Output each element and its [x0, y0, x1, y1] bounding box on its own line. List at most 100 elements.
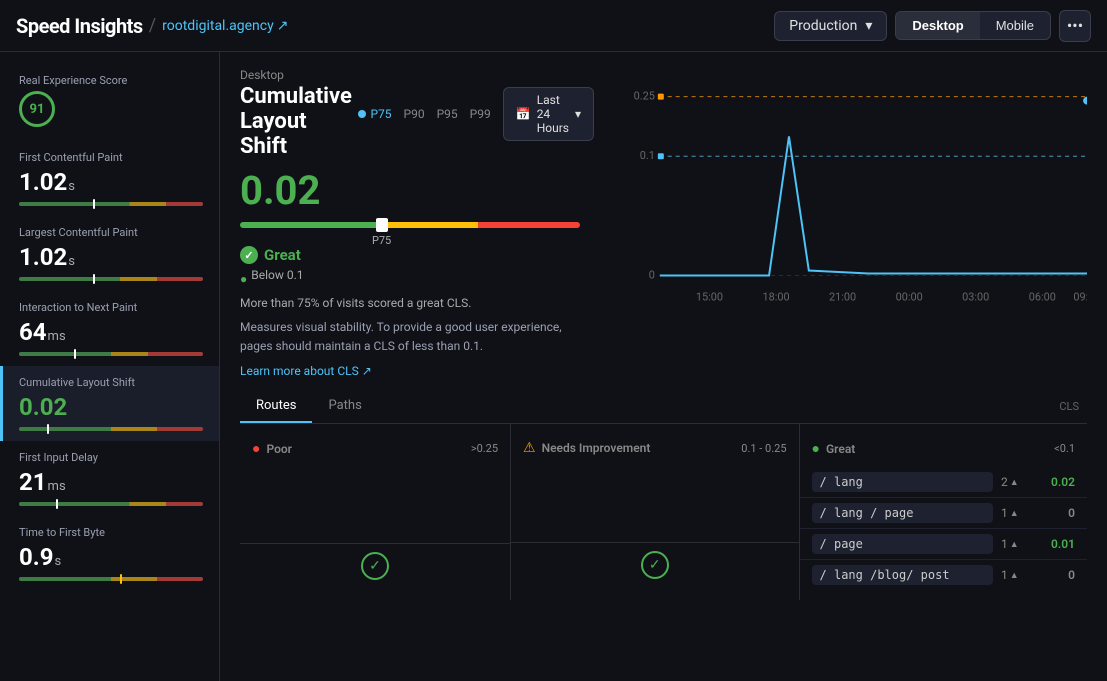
p99-pill[interactable]: P99 — [470, 107, 491, 121]
sidebar: Real Experience Score 91 First Contentfu… — [0, 52, 220, 681]
below-label: ● — [240, 272, 247, 286]
mobile-button[interactable]: Mobile — [980, 12, 1050, 39]
main-layout: Real Experience Score 91 First Contentfu… — [0, 52, 1107, 681]
calendar-icon: 📅 — [516, 107, 531, 121]
ttfb-title: Time to First Byte — [19, 526, 203, 539]
route-name-lang-page: / lang / page — [812, 503, 993, 523]
fid-bar — [19, 502, 203, 506]
poor-title: Poor — [266, 442, 292, 456]
route-count-page: 1 ▲ — [1001, 537, 1031, 551]
res-score-circle: 91 — [19, 91, 55, 127]
needs-improvement-range: 0.1 - 0.25 — [741, 442, 786, 455]
content-panel: Desktop Cumulative Layout Shift P75 P90 … — [220, 52, 1107, 681]
lcp-bar — [19, 277, 203, 281]
breadcrumb-slash: / — [149, 15, 156, 36]
content-header: Desktop Cumulative Layout Shift P75 P90 … — [240, 68, 594, 159]
status-great: ✓ Great — [240, 246, 594, 264]
device-toggle: Desktop Mobile — [895, 11, 1051, 40]
great-range: <0.1 — [1054, 442, 1075, 455]
p95-pill[interactable]: P95 — [437, 107, 458, 121]
external-link-icon: ↗ — [277, 18, 289, 34]
detail-right: 0.25 0.1 0 15:00 18:00 21:00 — [630, 68, 1087, 378]
status-section: ✓ Great ● Below 0.1 More than 75% of vis… — [240, 246, 594, 378]
route-count-lang: 2 ▲ — [1001, 475, 1031, 489]
breadcrumb-link[interactable]: rootdigital.agency ↗ — [162, 18, 288, 34]
svg-text:18:00: 18:00 — [762, 290, 789, 303]
external-link-icon-small: ↗ — [362, 364, 372, 378]
content-header-left: Desktop Cumulative Layout Shift — [240, 68, 358, 159]
learn-more-link[interactable]: Learn more about CLS ↗ — [240, 364, 594, 378]
inp-bar — [19, 352, 203, 356]
check-circle-icon: ✓ — [240, 246, 258, 264]
fcp-title: First Contentful Paint — [19, 151, 203, 164]
percentile-pills: P75 P90 P95 P99 — [358, 107, 490, 121]
metric-heading: Cumulative Layout Shift — [240, 84, 358, 159]
cls-big-value: 0.02 — [240, 167, 594, 214]
route-count-lang-page: 1 ▲ — [1001, 506, 1031, 520]
date-range-label: Last 24 Hours — [537, 93, 569, 135]
lcp-title: Largest Contentful Paint — [19, 226, 203, 239]
sidebar-item-ttfb[interactable]: Time to First Byte 0.9s — [0, 516, 219, 591]
poor-icon: ● — [252, 440, 260, 457]
tab-routes[interactable]: Routes — [240, 390, 312, 423]
route-name-lang: / lang — [812, 472, 993, 492]
sidebar-item-inp[interactable]: Interaction to Next Paint 64ms — [0, 291, 219, 366]
ttfb-value: 0.9s — [19, 543, 203, 571]
route-name-lang-blog-post: / lang /blog/ post — [812, 565, 993, 585]
fid-value: 21ms — [19, 468, 203, 496]
route-row-lang[interactable]: / lang 2 ▲ 0.02 — [800, 467, 1087, 498]
fcp-bar — [19, 202, 203, 206]
sub-label: Below 0.1 — [251, 268, 303, 282]
cls-bar-thumb — [376, 218, 388, 232]
cls-column-label: CLS — [1059, 400, 1079, 413]
needs-improvement-title: Needs Improvement — [542, 441, 651, 455]
needs-improvement-check-icon: ✓ — [641, 551, 669, 579]
great-column: ● Great <0.1 / lang 2 ▲ 0.02 / lang / pa… — [800, 424, 1087, 600]
svg-text:00:00: 00:00 — [896, 290, 923, 303]
header-right: Production ▾ Desktop Mobile ••• — [774, 10, 1091, 42]
needs-improvement-column: ⚠ Needs Improvement 0.1 - 0.25 ✓ — [511, 424, 799, 600]
date-range-button[interactable]: 📅 Last 24 Hours ▾ — [503, 87, 594, 141]
p75-bar-label: P75 — [372, 234, 391, 247]
desktop-button[interactable]: Desktop — [896, 12, 979, 39]
route-row-lang-page[interactable]: / lang / page 1 ▲ 0 — [800, 498, 1087, 529]
sidebar-item-fcp[interactable]: First Contentful Paint 1.02s — [0, 141, 219, 216]
great-header: ● Great <0.1 — [800, 434, 1087, 463]
sidebar-item-res[interactable]: Real Experience Score 91 — [0, 64, 219, 141]
sidebar-item-fid[interactable]: First Input Delay 21ms — [0, 441, 219, 516]
p90-pill[interactable]: P90 — [404, 107, 425, 121]
header: Speed Insights / rootdigital.agency ↗ Pr… — [0, 0, 1107, 52]
cls-title: Cumulative Layout Shift — [19, 376, 203, 389]
route-score-page: 0.01 — [1039, 537, 1075, 551]
svg-text:15:00: 15:00 — [696, 290, 723, 303]
svg-text:21:00: 21:00 — [829, 290, 856, 303]
poor-header: ● Poor >0.25 — [240, 434, 510, 463]
route-row-page[interactable]: / page 1 ▲ 0.01 — [800, 529, 1087, 560]
poor-range: >0.25 — [471, 442, 498, 455]
chart-container: 0.25 0.1 0 15:00 18:00 21:00 — [630, 76, 1087, 316]
routes-section: ● Poor >0.25 ✓ ⚠ Needs Improvement 0.1 -… — [240, 424, 1087, 600]
sidebar-item-cls[interactable]: Cumulative Layout Shift 0.02 — [0, 366, 219, 441]
great-title: Great — [826, 442, 855, 456]
percentile-and-date: P75 P90 P95 P99 📅 Last 24 Hours ▾ — [358, 87, 594, 141]
route-count-lang-blog-post: 1 ▲ — [1001, 568, 1031, 582]
tab-paths[interactable]: Paths — [312, 390, 377, 423]
route-score-lang-page: 0 — [1039, 506, 1075, 520]
more-options-button[interactable]: ••• — [1059, 10, 1091, 42]
fid-title: First Input Delay — [19, 451, 203, 464]
page-label: Desktop — [240, 68, 358, 82]
learn-link-text: Learn more about CLS — [240, 364, 359, 378]
sidebar-item-lcp[interactable]: Largest Contentful Paint 1.02s — [0, 216, 219, 291]
inp-title: Interaction to Next Paint — [19, 301, 203, 314]
route-score-lang-blog-post: 0 — [1039, 568, 1075, 582]
env-label: Production — [789, 18, 857, 34]
cls-bar — [19, 427, 203, 431]
environment-dropdown[interactable]: Production ▾ — [774, 11, 887, 41]
needs-improvement-check-row: ✓ — [511, 542, 798, 587]
svg-text:0.25: 0.25 — [634, 90, 655, 103]
route-row-lang-blog-post[interactable]: / lang /blog/ post 1 ▲ 0 — [800, 560, 1087, 590]
fcp-value: 1.02s — [19, 168, 203, 196]
route-score-lang: 0.02 — [1039, 475, 1075, 489]
inp-value: 64ms — [19, 318, 203, 346]
p75-pill[interactable]: P75 — [358, 107, 391, 121]
